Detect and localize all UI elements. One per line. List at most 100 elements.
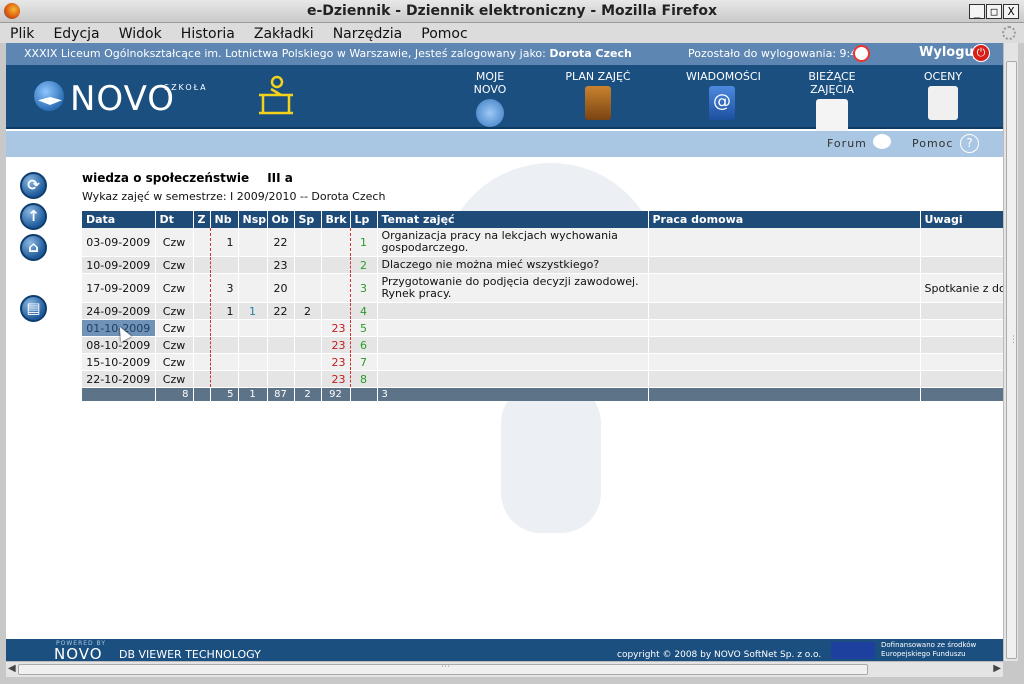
class-name: III a: [267, 171, 293, 185]
grades-icon: [928, 86, 958, 120]
total-dt: 8: [155, 387, 194, 401]
table-row[interactable]: 08-10-2009 Czw 23 6: [82, 336, 1003, 354]
globe-logo-icon: [34, 81, 64, 111]
globe-icon: [476, 99, 504, 127]
cell-date[interactable]: 22-10-2009: [82, 370, 156, 388]
novo-logo: NOVO SZKOŁA: [34, 77, 214, 119]
cell-sp: [294, 353, 322, 371]
school-info: XXXIX Liceum Ogólnokształcące im. Lotnic…: [24, 47, 632, 60]
menu-plik[interactable]: Plik: [0, 25, 41, 42]
col-brk[interactable]: Brk: [321, 211, 351, 228]
cell-dt: Czw: [155, 273, 194, 303]
alarm-clock-icon: [853, 45, 870, 62]
col-praca[interactable]: Praca domowa: [648, 211, 921, 228]
cell-z: [193, 273, 211, 303]
cell-topic: Organizacja pracy na lekcjach wychowania…: [377, 228, 649, 257]
help-link[interactable]: Pomoc: [912, 137, 953, 150]
cell-date[interactable]: 15-10-2009: [82, 353, 156, 371]
nav-biezace-zajecia[interactable]: BIEŻĄCE ZAJĘCIA: [786, 70, 878, 133]
maximize-button[interactable]: □: [986, 4, 1002, 19]
cell-notes: [920, 370, 1003, 388]
print-icon[interactable]: ▤: [20, 295, 47, 322]
nav-moje-novo[interactable]: MOJE NOVO: [458, 70, 522, 127]
menu-edycja[interactable]: Edycja: [46, 25, 106, 42]
table-row[interactable]: 17-09-2009 Czw 3 20 3 Przygotowanie do podjęc…: [82, 273, 1003, 303]
cell-dt: Czw: [155, 319, 194, 337]
total-uwagi: [920, 387, 1003, 401]
cell-brk: [321, 302, 351, 320]
cell-notes: [920, 228, 1003, 257]
nav-plan-zajec[interactable]: PLAN ZAJĘĆ: [563, 70, 633, 120]
cell-date[interactable]: 03-09-2009: [82, 228, 156, 257]
col-temat[interactable]: Temat zajęć: [377, 211, 649, 228]
forum-link[interactable]: Forum: [827, 137, 867, 150]
menu-zakladki[interactable]: Zakładki: [247, 25, 321, 42]
cell-sp: [294, 228, 322, 257]
cell-topic: [377, 302, 649, 320]
cell-sp: 2: [294, 302, 322, 320]
vertical-scroll-thumb[interactable]: [1006, 61, 1017, 659]
col-z[interactable]: Z: [193, 211, 211, 228]
col-lp[interactable]: Lp: [350, 211, 378, 228]
menu-narzedzia[interactable]: Narzędzia: [326, 25, 409, 42]
footer-tech: DB VIEWER TECHNOLOGY: [119, 648, 261, 661]
nav-oceny[interactable]: OCENY: [918, 70, 968, 120]
help-icon[interactable]: ?: [960, 134, 979, 153]
table-header-row: Data Dt Z Nb Nsp Ob Sp Brk Lp Temat zaję…: [82, 211, 1003, 228]
col-dt[interactable]: Dt: [155, 211, 194, 228]
cell-date[interactable]: 24-09-2009: [82, 302, 156, 320]
cell-nsp: [238, 319, 268, 337]
nav-wiadomosci[interactable]: WIADOMOŚCI @: [686, 70, 761, 120]
cell-date[interactable]: 17-09-2009: [82, 273, 156, 303]
window-title: e-Dziennik - Dziennik elektroniczny - Mo…: [306, 3, 718, 19]
col-data[interactable]: Data: [82, 211, 156, 228]
col-ob[interactable]: Ob: [267, 211, 295, 228]
speech-bubble-icon[interactable]: [873, 134, 891, 149]
col-nsp[interactable]: Nsp: [238, 211, 268, 228]
col-sp[interactable]: Sp: [294, 211, 322, 228]
table-row[interactable]: 15-10-2009 Czw 23 7: [82, 353, 1003, 371]
menu-historia[interactable]: Historia: [174, 25, 242, 42]
total-data: [82, 387, 156, 401]
scroll-right-icon[interactable]: ▶: [993, 663, 1001, 674]
total-nb: 5: [210, 387, 239, 401]
copyright: copyright © 2008 by NOVO SoftNet Sp. z o…: [617, 650, 822, 660]
minimize-button[interactable]: _: [969, 4, 985, 19]
table-row[interactable]: 10-09-2009 Czw 23 2 Dlaczego nie można mieć …: [82, 256, 1003, 274]
table-row-selected[interactable]: 01-10-2009 Czw 23 5: [82, 319, 1003, 337]
table-row[interactable]: 24-09-2009 Czw 1 1 22 2 4: [82, 302, 1003, 320]
menu-bar: Plik Edycja Widok Historia Zakładki Narz…: [0, 23, 1024, 43]
session-timeout: Pozostało do wylogowania: 9:44: [688, 47, 865, 60]
refresh-icon[interactable]: ⟳: [20, 172, 47, 199]
col-nb[interactable]: Nb: [210, 211, 239, 228]
home-icon[interactable]: ⌂: [20, 234, 47, 261]
menu-pomoc[interactable]: Pomoc: [414, 25, 474, 42]
up-arrow-icon[interactable]: ↑: [20, 203, 47, 230]
logout-link[interactable]: Wyloguj: [919, 45, 978, 60]
col-uwagi[interactable]: Uwagi: [920, 211, 1003, 228]
menu-widok[interactable]: Widok: [112, 25, 169, 42]
cell-brk: [321, 273, 351, 303]
cell-ob: [267, 336, 295, 354]
cell-nsp: [238, 256, 268, 274]
nav-moje-novo-label: MOJE NOVO: [473, 70, 507, 96]
scroll-left-icon[interactable]: ◀: [8, 663, 16, 674]
cell-dt: Czw: [155, 370, 194, 388]
window-titlebar[interactable]: e-Dziennik - Dziennik elektroniczny - Mo…: [0, 0, 1024, 23]
horizontal-scrollbar[interactable]: ◀ ⋯ ▶: [6, 661, 1003, 677]
cell-lp: 7: [350, 353, 378, 371]
cell-ob: 23: [267, 256, 295, 274]
table-row[interactable]: 03-09-2009 Czw 1 22 1 Organizacja pracy na le…: [82, 228, 1003, 257]
nav-wiadomosci-label: WIADOMOŚCI: [686, 70, 761, 83]
vertical-scrollbar[interactable]: ⋮: [1003, 43, 1018, 661]
charts-icon: [816, 99, 848, 133]
cell-sp: [294, 319, 322, 337]
cell-homework: [648, 353, 921, 371]
teacher-desk-icon: [259, 75, 293, 115]
cell-date[interactable]: 10-09-2009: [82, 256, 156, 274]
mail-book-icon: @: [709, 86, 735, 120]
table-row[interactable]: 22-10-2009 Czw 23 8: [82, 370, 1003, 388]
close-button[interactable]: X: [1003, 4, 1019, 19]
lessons-table: Data Dt Z Nb Nsp Ob Sp Brk Lp Temat zaję…: [82, 211, 1003, 401]
power-icon[interactable]: ⏻: [972, 44, 990, 62]
